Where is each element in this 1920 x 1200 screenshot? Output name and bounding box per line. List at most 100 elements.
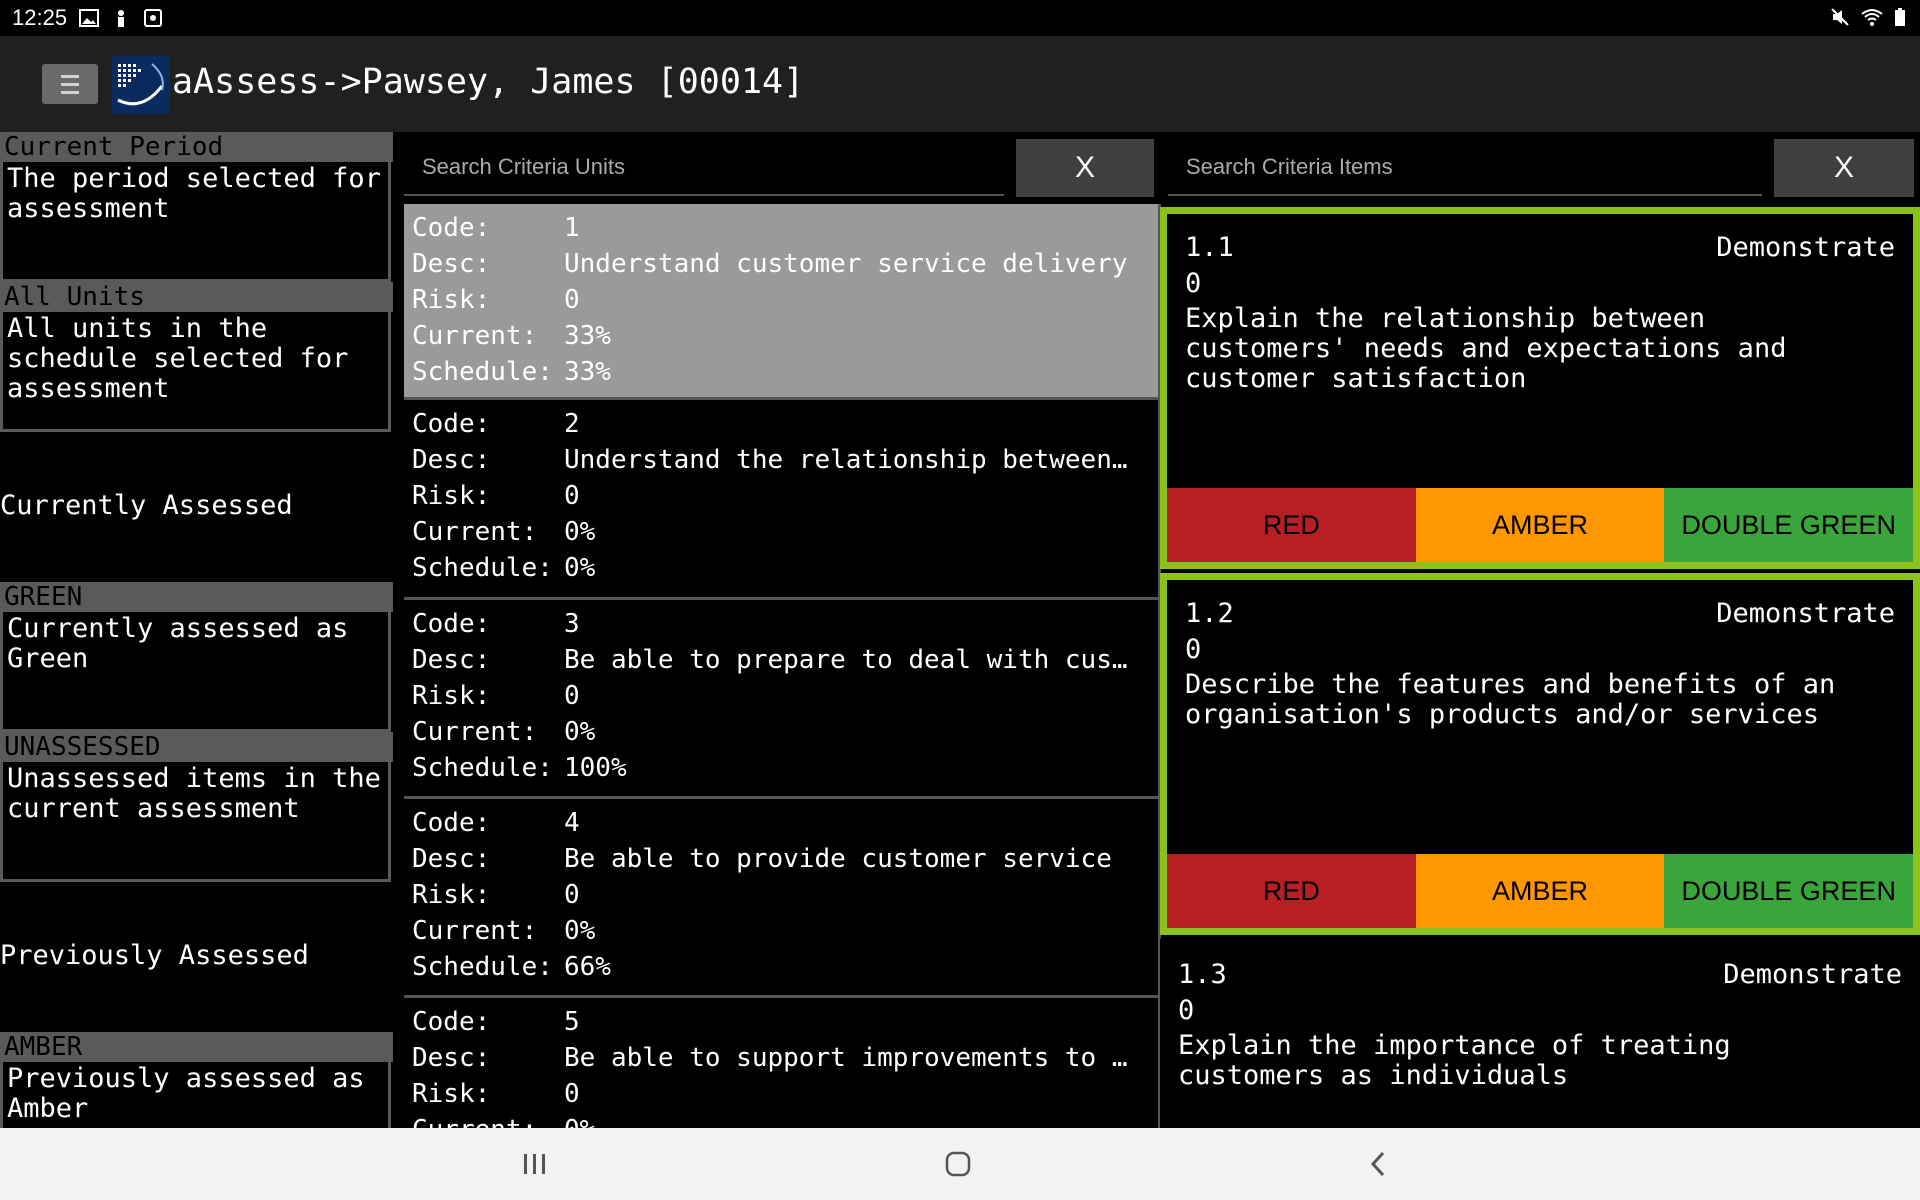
unit-current: 33% bbox=[564, 321, 611, 351]
section-label-previously-assessed: Previously Assessed bbox=[0, 940, 309, 971]
unit-code: 5 bbox=[564, 1007, 580, 1037]
item-type: Demonstrate bbox=[1716, 598, 1895, 629]
status-bar: 12:25 bbox=[0, 0, 1920, 36]
unit-code: 3 bbox=[564, 609, 580, 639]
unit-card[interactable]: Code: 5 Desc: Be able to support improveme… bbox=[404, 998, 1160, 1128]
schedule-label: Schedule: bbox=[412, 952, 553, 982]
recent-apps-icon[interactable] bbox=[522, 1152, 548, 1176]
filter-description: Currently assessed as Green bbox=[0, 612, 391, 732]
risk-label: Risk: bbox=[412, 285, 491, 315]
risk-label: Risk: bbox=[412, 481, 491, 511]
criteria-item-card[interactable]: 1.1 Demonstrate 0 Explain the relationsh… bbox=[1160, 207, 1920, 569]
unit-schedule: 66% bbox=[564, 952, 611, 982]
unit-desc: Be able to prepare to deal with cus… bbox=[564, 645, 1128, 675]
filter-header: GREEN bbox=[0, 582, 393, 612]
double-green-button[interactable]: DOUBLE GREEN bbox=[1664, 854, 1914, 928]
unit-current: 0% bbox=[564, 517, 596, 547]
status-time: 12:25 bbox=[12, 5, 68, 30]
unit-card[interactable]: Code: 3 Desc: Be able to prepare to deal w… bbox=[404, 600, 1160, 799]
item-code: 1.1 bbox=[1185, 232, 1234, 263]
unit-current: 0% bbox=[564, 717, 596, 747]
filter-header: Current Period bbox=[0, 132, 393, 162]
unit-current: 0% bbox=[564, 1112, 1144, 1128]
app-bar: aAssess->Pawsey, James [00014] bbox=[0, 36, 1920, 132]
filter-green[interactable]: GREEN Currently assessed as Green bbox=[0, 582, 393, 732]
app-logo-icon bbox=[112, 56, 170, 114]
rating-buttons: RED AMBER DOUBLE GREEN bbox=[1167, 854, 1914, 928]
units-list: Code: 1 Desc: Understand customer service … bbox=[404, 204, 1160, 1128]
item-risk: 0 bbox=[1185, 268, 1202, 299]
red-button[interactable]: RED bbox=[1167, 488, 1416, 562]
current-label: Current: bbox=[412, 916, 538, 946]
item-text: Explain the relationship between custome… bbox=[1185, 303, 1787, 394]
desc-label: Desc: bbox=[412, 249, 491, 279]
filter-header: AMBER bbox=[0, 1032, 393, 1062]
home-icon[interactable] bbox=[944, 1150, 972, 1178]
filter-description: The period selected for assessment bbox=[0, 162, 391, 282]
code-label: Code: bbox=[412, 808, 491, 838]
menu-icon-line bbox=[61, 82, 79, 86]
unit-risk: 0 bbox=[564, 880, 580, 910]
item-risk: 0 bbox=[1178, 995, 1195, 1026]
unit-card[interactable]: Code: 2 Desc: Understand the relationship … bbox=[404, 400, 1160, 600]
item-risk: 0 bbox=[1185, 634, 1202, 665]
code-label: Code: bbox=[412, 609, 491, 639]
filter-sidebar: Current Period The period selected for a… bbox=[0, 132, 393, 1128]
criteria-item-card[interactable]: 1.3 Demonstrate 0 Explain the importance… bbox=[1160, 939, 1920, 1128]
filter-header: All Units bbox=[0, 282, 393, 312]
unit-risk: 0 bbox=[564, 481, 580, 511]
desc-label: Desc: bbox=[412, 844, 491, 874]
filter-description: Unassessed items in the current assessme… bbox=[0, 762, 391, 882]
wifi-icon bbox=[1861, 9, 1883, 26]
section-label-currently-assessed: Currently Assessed bbox=[0, 490, 293, 521]
filter-description: Previously assessed as Amber bbox=[0, 1062, 391, 1128]
mute-icon bbox=[1831, 8, 1849, 26]
system-nav-bar bbox=[0, 1128, 1920, 1200]
filter-current-period[interactable]: Current Period The period selected for a… bbox=[0, 132, 393, 282]
menu-button[interactable] bbox=[42, 64, 98, 104]
red-button[interactable]: RED bbox=[1167, 854, 1416, 928]
items-list: 1.1 Demonstrate 0 Explain the relationsh… bbox=[1160, 204, 1920, 1128]
schedule-label: Schedule: bbox=[412, 553, 553, 583]
menu-icon-line bbox=[61, 74, 79, 78]
desc-label: Desc: bbox=[412, 1043, 491, 1073]
desc-label: Desc: bbox=[412, 645, 491, 675]
unit-schedule: 33% bbox=[564, 357, 611, 387]
search-items-input[interactable]: Search Criteria Items bbox=[1168, 140, 1762, 196]
filter-header: UNASSESSED bbox=[0, 732, 393, 762]
back-icon[interactable] bbox=[1368, 1150, 1388, 1178]
unit-risk: 0 bbox=[564, 681, 580, 711]
unit-code: 1 bbox=[564, 213, 580, 243]
clear-units-search-button[interactable]: X bbox=[1016, 139, 1154, 197]
search-units-input[interactable]: Search Criteria Units bbox=[404, 140, 1004, 196]
unit-card[interactable]: Code: 4 Desc: Be able to provide customer … bbox=[404, 799, 1160, 998]
menu-icon-line bbox=[61, 90, 79, 94]
page-title: aAssess->Pawsey, James [00014] bbox=[172, 62, 805, 102]
clear-items-search-button[interactable]: X bbox=[1774, 139, 1914, 197]
double-green-button[interactable]: DOUBLE GREEN bbox=[1664, 488, 1914, 562]
filter-amber[interactable]: AMBER Previously assessed as Amber bbox=[0, 1032, 393, 1128]
unit-code: 4 bbox=[564, 808, 580, 838]
filter-unassessed[interactable]: UNASSESSED Unassessed items in the curre… bbox=[0, 732, 393, 882]
amber-button[interactable]: AMBER bbox=[1415, 488, 1665, 562]
item-type: Demonstrate bbox=[1723, 959, 1902, 990]
filter-all-units[interactable]: All Units All units in the schedule sele… bbox=[0, 282, 393, 432]
unit-desc: Understand customer service delivery bbox=[564, 249, 1128, 279]
unit-desc: Be able to provide customer service bbox=[564, 844, 1112, 874]
criteria-item-card[interactable]: 1.2 Demonstrate 0 Describe the features … bbox=[1160, 573, 1920, 935]
gallery-icon bbox=[79, 9, 100, 27]
code-label: Code: bbox=[412, 213, 491, 243]
item-text: Describe the features and benefits of an… bbox=[1185, 669, 1836, 730]
unit-card[interactable]: Code: 1 Desc: Understand customer service … bbox=[404, 204, 1160, 400]
unit-schedule: 0% bbox=[564, 553, 596, 583]
unit-risk: 0 bbox=[564, 1079, 580, 1109]
unit-desc: Be able to support improvements to … bbox=[564, 1043, 1128, 1073]
code-label: Code: bbox=[412, 409, 491, 439]
item-text: Explain the importance of treating custo… bbox=[1178, 1030, 1731, 1091]
current-label: Current: bbox=[412, 1112, 564, 1128]
schedule-label: Schedule: bbox=[412, 753, 553, 783]
amber-button[interactable]: AMBER bbox=[1415, 854, 1665, 928]
unit-risk: 0 bbox=[564, 285, 580, 315]
battery-icon bbox=[1895, 8, 1905, 26]
risk-label: Risk: bbox=[412, 681, 491, 711]
